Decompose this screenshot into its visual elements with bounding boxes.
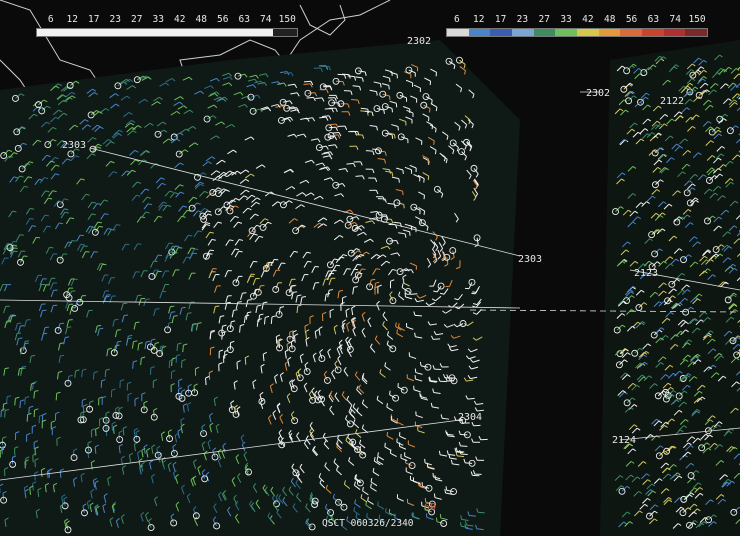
scale-tick-label: 42 bbox=[582, 14, 594, 25]
swath-time-label: 2122 bbox=[660, 96, 685, 107]
left-scale-bar bbox=[36, 28, 298, 37]
scale-color-swatch bbox=[685, 29, 708, 36]
swath-time-label: 2123 bbox=[634, 268, 659, 279]
scale-tick-label: 12 bbox=[473, 14, 485, 25]
scale-color-swatch bbox=[577, 29, 599, 36]
swath-time-label: 2303 bbox=[518, 254, 543, 265]
scale-color-swatch bbox=[533, 29, 556, 36]
right-scale-ticks: 6 12 17 23 27 33 42 48 56 63 74 150 bbox=[446, 14, 708, 25]
scale-tick-label: 6 bbox=[47, 14, 54, 25]
scatterometer-wind-map: 6 12 17 23 27 33 42 48 56 63 74 150 6 12 17 23 27 33 42 48… bbox=[0, 0, 740, 536]
scale-tick-label: 74 bbox=[669, 14, 681, 25]
scale-tick-label: 150 bbox=[278, 14, 296, 25]
swath-time-label: 2302 bbox=[407, 36, 432, 47]
scale-tick-label: 150 bbox=[688, 14, 706, 25]
scale-color-swatch bbox=[642, 29, 664, 36]
scale-tick-label: 56 bbox=[625, 14, 638, 25]
scale-tick-label: 63 bbox=[647, 14, 660, 25]
scale-tick-label: 63 bbox=[238, 14, 250, 25]
scale-color-swatch bbox=[512, 29, 534, 36]
swath-time-label: 2302 bbox=[586, 88, 611, 99]
latitude-label: 60 bbox=[424, 502, 437, 513]
scale-tick-label: 23 bbox=[109, 14, 121, 25]
wind-field-map bbox=[0, 0, 740, 536]
scale-tick-label: 12 bbox=[66, 14, 78, 25]
scale-tick-label: 33 bbox=[560, 14, 572, 25]
scale-color-swatch bbox=[447, 29, 469, 36]
scale-tick-label: 74 bbox=[260, 14, 272, 25]
scale-tick-label: 23 bbox=[516, 14, 529, 25]
timestamp-label: QSCT 060326/2340 bbox=[322, 518, 414, 529]
scale-tick-label: 27 bbox=[538, 14, 550, 25]
scale-color-swatch bbox=[490, 29, 513, 36]
scale-tick-label: 33 bbox=[152, 14, 164, 25]
right-scale-bar bbox=[446, 28, 708, 37]
scale-tick-label: 17 bbox=[494, 14, 507, 25]
scale-tick-label: 56 bbox=[217, 14, 229, 25]
swath-time-label: 2124 bbox=[612, 435, 637, 446]
scale-tick-label: 42 bbox=[174, 14, 186, 25]
scale-color-swatch bbox=[663, 29, 686, 36]
scale-color-swatch bbox=[620, 29, 643, 36]
scale-tick-label: 6 bbox=[454, 14, 460, 25]
scale-color-swatch bbox=[598, 29, 621, 36]
swath-time-label: 2303 bbox=[62, 140, 87, 151]
swath-backgrounds bbox=[0, 40, 740, 536]
swath-time-label: 2304 bbox=[458, 412, 483, 423]
scale-tick-label: 17 bbox=[88, 14, 100, 25]
scale-tick-label: 27 bbox=[131, 14, 143, 25]
scale-tick-label: 48 bbox=[603, 14, 616, 25]
scale-color-swatch bbox=[555, 29, 578, 36]
scale-color-swatch bbox=[468, 29, 491, 36]
scale-tick-label: 48 bbox=[195, 14, 207, 25]
left-scale-ticks: 6 12 17 23 27 33 42 48 56 63 74 150 bbox=[40, 14, 298, 25]
